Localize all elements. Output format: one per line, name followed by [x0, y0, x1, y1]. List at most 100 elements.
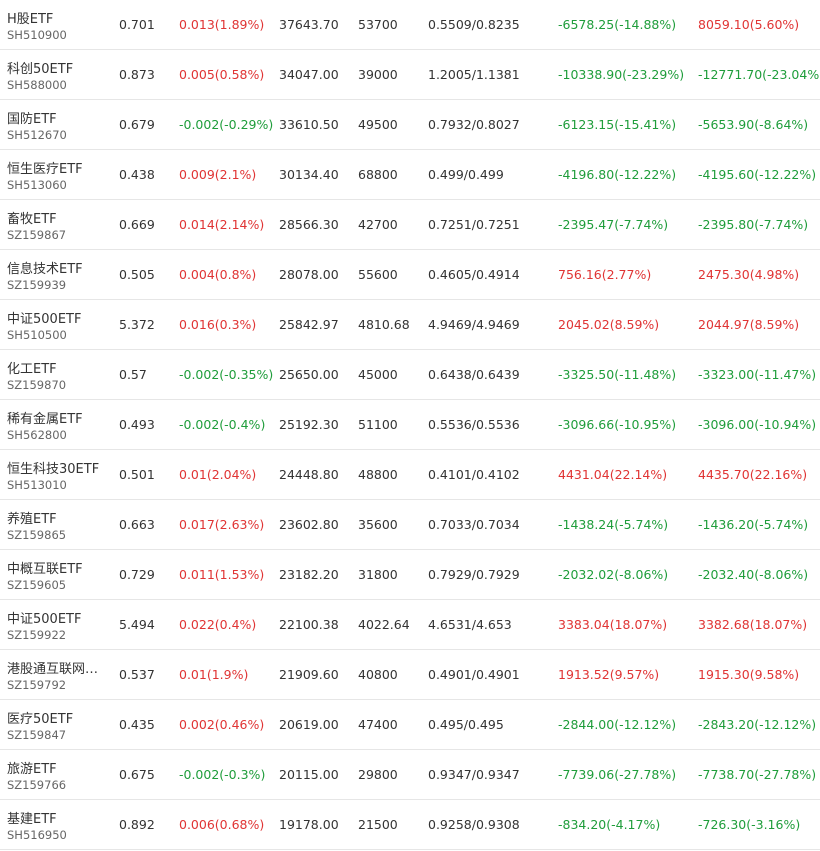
- volume-value: 25192.30: [279, 417, 339, 432]
- table-row[interactable]: 信息技术ETF SZ159939 0.505 0.004(0.8%) 28078.00 5…: [0, 250, 820, 300]
- table-row[interactable]: 国防ETF SH512670 0.679 -0.002(-0.29%) 33610.50…: [0, 100, 820, 150]
- table-row[interactable]: H股ETF SH510900 0.701 0.013(1.89%) 37643.70 53…: [0, 0, 820, 50]
- table-row[interactable]: 恒生科技30ETF SH513010 0.501 0.01(2.04%) 24448.8…: [0, 450, 820, 500]
- table-row[interactable]: 养殖ETF SZ159865 0.663 0.017(2.63%) 23602.80 35…: [0, 500, 820, 550]
- bid-ask-value: 0.5509/0.8235: [428, 17, 520, 32]
- bid-ask-value: 0.499/0.499: [428, 167, 504, 182]
- table-row[interactable]: 中证500ETF SH510500 5.372 0.016(0.3%) 25842.97…: [0, 300, 820, 350]
- name-cell: 恒生医疗ETF SH513060: [7, 150, 107, 199]
- volume-value: 28078.00: [279, 267, 339, 282]
- bid-ask-value: 0.9347/0.9347: [428, 767, 520, 782]
- name-cell: 中证500ETF SZ159922: [7, 600, 107, 649]
- table-row[interactable]: 旅游ETF SZ159766 0.675 -0.002(-0.3%) 20115.00 2…: [0, 750, 820, 800]
- etf-name[interactable]: 中证500ETF: [7, 308, 81, 327]
- amount-value: 21500: [358, 817, 398, 832]
- etf-name[interactable]: 基建ETF: [7, 808, 57, 827]
- etf-name[interactable]: 养殖ETF: [7, 508, 57, 527]
- price-value: 0.537: [119, 667, 155, 682]
- etf-code: SZ159865: [7, 528, 67, 542]
- bid-ask-value: 0.7251/0.7251: [428, 217, 520, 232]
- table-row[interactable]: 畜牧ETF SZ159867 0.669 0.014(2.14%) 28566.30 42…: [0, 200, 820, 250]
- etf-name[interactable]: 医疗50ETF: [7, 708, 73, 727]
- etf-name[interactable]: 化工ETF: [7, 358, 57, 377]
- volume-value: 37643.70: [279, 17, 339, 32]
- premium-value-2: 4435.70(22.16%): [698, 467, 808, 482]
- amount-value: 40800: [358, 667, 398, 682]
- etf-name[interactable]: 恒生科技30ETF: [7, 458, 99, 477]
- table-row[interactable]: 科创50ETF SH588000 0.873 0.005(0.58%) 34047.00…: [0, 50, 820, 100]
- table-row[interactable]: 稀有金属ETF SH562800 0.493 -0.002(-0.4%) 25192.3…: [0, 400, 820, 450]
- etf-name[interactable]: 畜牧ETF: [7, 208, 57, 227]
- premium-value-1: 756.16(2.77%): [558, 267, 652, 282]
- etf-code: SH510500: [7, 328, 67, 342]
- name-cell: 恒生科技30ETF SH513010: [7, 450, 107, 499]
- table-row[interactable]: 医疗50ETF SZ159847 0.435 0.002(0.46%) 20619.00…: [0, 700, 820, 750]
- bid-ask-value: 0.7033/0.7034: [428, 517, 520, 532]
- premium-value-1: -3325.50(-11.48%): [558, 367, 677, 382]
- bid-ask-value: 0.495/0.495: [428, 717, 504, 732]
- premium-value-2: -12771.70(-23.04%): [698, 67, 820, 82]
- bid-ask-value: 0.6438/0.6439: [428, 367, 520, 382]
- change-value: 0.009(2.1%): [179, 167, 257, 182]
- amount-value: 47400: [358, 717, 398, 732]
- table-row[interactable]: 港股通互联网… SZ159792 0.537 0.01(1.9%) 21909.60 40…: [0, 650, 820, 700]
- bid-ask-value: 1.2005/1.1381: [428, 67, 520, 82]
- etf-code: SZ159605: [7, 578, 67, 592]
- amount-value: 35600: [358, 517, 398, 532]
- etf-name[interactable]: 国防ETF: [7, 108, 57, 127]
- table-row[interactable]: 中证500ETF SZ159922 5.494 0.022(0.4%) 22100.38…: [0, 600, 820, 650]
- volume-value: 22100.38: [279, 617, 339, 632]
- volume-value: 30134.40: [279, 167, 339, 182]
- premium-value-1: -7739.06(-27.78%): [558, 767, 677, 782]
- amount-value: 39000: [358, 67, 398, 82]
- volume-value: 21909.60: [279, 667, 339, 682]
- name-cell: 医疗50ETF SZ159847: [7, 700, 107, 749]
- premium-value-2: -2843.20(-12.12%): [698, 717, 817, 732]
- price-value: 0.57: [119, 367, 147, 382]
- volume-value: 23182.20: [279, 567, 339, 582]
- etf-name[interactable]: 恒生医疗ETF: [7, 158, 83, 177]
- amount-value: 48800: [358, 467, 398, 482]
- price-value: 5.372: [119, 317, 155, 332]
- premium-value-2: 2475.30(4.98%): [698, 267, 800, 282]
- premium-value-1: -3096.66(-10.95%): [558, 417, 677, 432]
- etf-name[interactable]: 中证500ETF: [7, 608, 81, 627]
- etf-name[interactable]: 港股通互联网…: [7, 658, 98, 677]
- premium-value-2: -5653.90(-8.64%): [698, 117, 809, 132]
- amount-value: 45000: [358, 367, 398, 382]
- volume-value: 24448.80: [279, 467, 339, 482]
- etf-name[interactable]: 稀有金属ETF: [7, 408, 83, 427]
- etf-name[interactable]: 旅游ETF: [7, 758, 57, 777]
- change-value: 0.016(0.3%): [179, 317, 257, 332]
- volume-value: 20115.00: [279, 767, 339, 782]
- etf-code: SH516950: [7, 828, 67, 842]
- table-row[interactable]: 中概互联ETF SZ159605 0.729 0.011(1.53%) 23182.20…: [0, 550, 820, 600]
- premium-value-2: -3323.00(-11.47%): [698, 367, 817, 382]
- premium-value-1: 3383.04(18.07%): [558, 617, 668, 632]
- etf-name[interactable]: 信息技术ETF: [7, 258, 83, 277]
- name-cell: H股ETF SH510900: [7, 0, 107, 49]
- etf-name[interactable]: 中概互联ETF: [7, 558, 83, 577]
- name-cell: 养殖ETF SZ159865: [7, 500, 107, 549]
- etf-code: SH513060: [7, 178, 67, 192]
- premium-value-2: 3382.68(18.07%): [698, 617, 808, 632]
- change-value: -0.002(-0.3%): [179, 767, 266, 782]
- name-cell: 国防ETF SH512670: [7, 100, 107, 149]
- table-row[interactable]: 基建ETF SH516950 0.892 0.006(0.68%) 19178.00 21…: [0, 800, 820, 850]
- price-value: 0.501: [119, 467, 155, 482]
- price-value: 0.505: [119, 267, 155, 282]
- amount-value: 29800: [358, 767, 398, 782]
- amount-value: 51100: [358, 417, 398, 432]
- etf-name[interactable]: 科创50ETF: [7, 58, 73, 77]
- table-row[interactable]: 化工ETF SZ159870 0.57 -0.002(-0.35%) 25650.00 4…: [0, 350, 820, 400]
- premium-value-1: -2395.47(-7.74%): [558, 217, 669, 232]
- amount-value: 42700: [358, 217, 398, 232]
- change-value: -0.002(-0.29%): [179, 117, 274, 132]
- name-cell: 中概互联ETF SZ159605: [7, 550, 107, 599]
- premium-value-1: 1913.52(9.57%): [558, 667, 660, 682]
- table-row[interactable]: 恒生医疗ETF SH513060 0.438 0.009(2.1%) 30134.40 6…: [0, 150, 820, 200]
- price-value: 0.438: [119, 167, 155, 182]
- etf-name[interactable]: H股ETF: [7, 8, 53, 27]
- amount-value: 31800: [358, 567, 398, 582]
- name-cell: 稀有金属ETF SH562800: [7, 400, 107, 449]
